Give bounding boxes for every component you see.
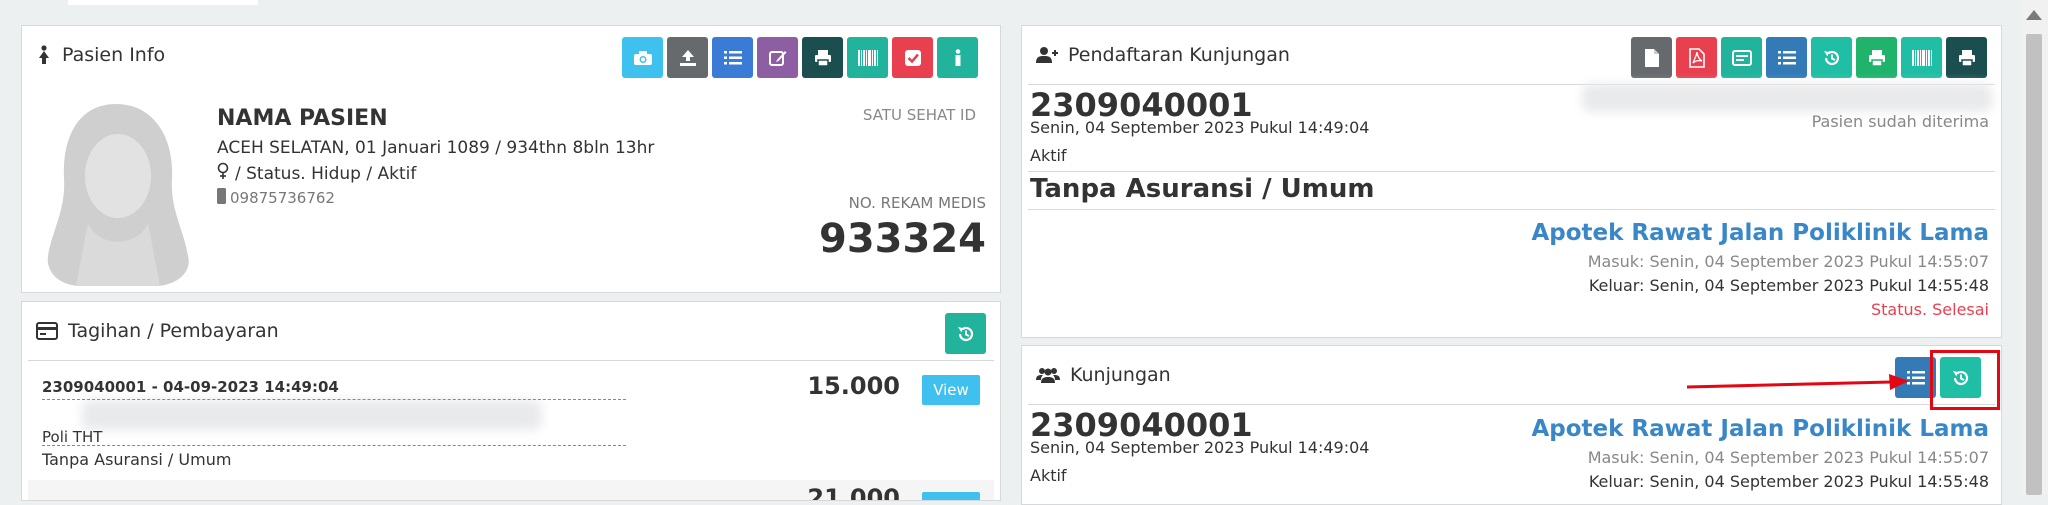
print-icon <box>1868 49 1886 67</box>
pendaftaran-panel: Pendaftaran Kunjungan 2309040001 Senin, … <box>1021 25 2002 338</box>
tab-stub <box>68 0 258 5</box>
female-icon <box>217 162 229 185</box>
reg-status: Aktif <box>1030 146 1067 165</box>
divider <box>28 84 994 85</box>
info-button[interactable] <box>937 37 978 78</box>
patient-phone: 09875736762 <box>230 189 335 207</box>
card-icon <box>1731 49 1752 66</box>
list-button[interactable] <box>712 37 753 78</box>
insurance: Tanpa Asuransi / Umum <box>1030 174 1375 204</box>
patient-phone-line: 09875736762 <box>217 188 335 208</box>
pasien-info-title: Pasien Info <box>36 26 165 84</box>
tagihan-panel: Tagihan / Pembayaran 2309040001 - 04-09-… <box>21 301 1001 501</box>
pdf-button[interactable] <box>1676 37 1717 78</box>
patient-birth-info: ACEH SELATAN, 01 Januari 1089 / 934thn 8… <box>217 138 655 158</box>
redacted-text <box>82 400 542 430</box>
unit-link[interactable]: Apotek Rawat Jalan Poliklinik Lama <box>1531 220 1989 246</box>
annotation-arrow <box>1685 370 1915 400</box>
annotation-highlight-box <box>1930 350 2000 410</box>
patient-received: Pasien sudah diterima <box>1811 112 1989 131</box>
tagihan-header: Tagihan / Pembayaran <box>22 302 1000 360</box>
tagihan-title: Tagihan / Pembayaran <box>36 302 279 360</box>
scrollbar-thumb[interactable] <box>2026 34 2042 495</box>
barcode-button[interactable] <box>847 37 888 78</box>
file-icon <box>1644 48 1660 68</box>
bill-insurance: Tanpa Asuransi / Umum <box>42 450 232 469</box>
history-icon <box>1822 48 1842 68</box>
pendaftaran-header: Pendaftaran Kunjungan <box>1022 26 2001 84</box>
list-icon <box>723 50 742 66</box>
reg-status: Aktif <box>1030 466 1067 485</box>
kunjungan-title: Kunjungan <box>1036 346 1171 404</box>
card-button[interactable] <box>1721 37 1762 78</box>
pendaftaran-toolbar <box>1631 37 1987 78</box>
avatar <box>38 98 198 290</box>
camera-icon <box>633 50 653 66</box>
keluar-time: Keluar: Senin, 04 September 2023 Pukul 1… <box>1588 276 1989 295</box>
scrollbar[interactable] <box>2020 0 2048 495</box>
status-text: Status. Selesai <box>1870 300 1989 319</box>
divider <box>1028 404 1995 405</box>
print-button[interactable] <box>1856 37 1897 78</box>
bill-poli: Poli THT <box>42 428 103 446</box>
upload-icon <box>679 49 697 67</box>
edit-button[interactable] <box>757 37 798 78</box>
history-icon <box>956 324 976 344</box>
dashed-line <box>42 445 626 446</box>
divider <box>1028 209 1995 210</box>
list-button[interactable] <box>1766 37 1807 78</box>
tagihan-toolbar <box>945 313 986 354</box>
reg-datetime: Senin, 04 September 2023 Pukul 14:49:04 <box>1030 118 1370 137</box>
history-button[interactable] <box>945 313 986 354</box>
print-icon <box>1958 49 1976 67</box>
user-plus-icon <box>1036 46 1058 64</box>
unit-link[interactable]: Apotek Rawat Jalan Poliklinik Lama <box>1531 416 1989 442</box>
edit-icon <box>768 49 787 67</box>
rm-number: 933324 <box>819 216 986 262</box>
print-button[interactable] <box>802 37 843 78</box>
divider <box>28 360 994 361</box>
redacted-text <box>1582 84 1992 112</box>
print-button-2[interactable] <box>1946 37 1987 78</box>
users-icon <box>1036 366 1060 384</box>
barcode-button[interactable] <box>1901 37 1942 78</box>
info-icon <box>954 48 962 67</box>
pendaftaran-title: Pendaftaran Kunjungan <box>1036 26 1290 84</box>
camera-button[interactable] <box>622 37 663 78</box>
list-icon <box>1777 50 1796 66</box>
female-user-icon <box>36 45 52 65</box>
rm-label: NO. REKAM MEDIS <box>848 194 986 212</box>
check-button[interactable] <box>892 37 933 78</box>
patient-name: NAMA PASIEN <box>217 106 388 131</box>
file-button[interactable] <box>1631 37 1672 78</box>
pasien-info-toolbar <box>622 37 978 78</box>
phone-icon <box>217 188 226 208</box>
divider <box>1028 171 1995 172</box>
keluar-time: Keluar: Senin, 04 September 2023 Pukul 1… <box>1588 472 1989 491</box>
masuk-time: Masuk: Senin, 04 September 2023 Pukul 14… <box>1587 448 1989 467</box>
reg-datetime: Senin, 04 September 2023 Pukul 14:49:04 <box>1030 438 1370 457</box>
pasien-info-panel: Pasien Info NAMA PASIEN ACEH SELATAN, 01… <box>21 25 1001 293</box>
bill-amount-2: 21.000 <box>807 484 900 501</box>
pdf-icon <box>1688 47 1705 68</box>
patient-status-line: / Status. Hidup / Aktif <box>217 162 416 185</box>
masuk-time: Masuk: Senin, 04 September 2023 Pukul 14… <box>1587 252 1989 271</box>
dashed-line <box>42 399 626 400</box>
print-icon <box>814 49 832 67</box>
barcode-icon <box>857 49 878 66</box>
barcode-icon <box>1911 49 1932 66</box>
credit-card-icon <box>36 322 58 340</box>
pasien-info-header: Pasien Info <box>22 26 1000 84</box>
satu-sehat-label: SATU SEHAT ID <box>862 106 976 124</box>
upload-button[interactable] <box>667 37 708 78</box>
check-square-icon <box>904 49 922 67</box>
bill-amount: 15.000 <box>807 372 900 400</box>
kunjungan-panel: Kunjungan 2309040001 Senin, 04 September… <box>1021 345 2002 505</box>
patient-status: / Status. Hidup / Aktif <box>235 163 417 184</box>
view-button[interactable]: View <box>922 375 980 405</box>
scroll-up-icon[interactable] <box>2026 10 2042 20</box>
history-button[interactable] <box>1811 37 1852 78</box>
view-button-2[interactable] <box>922 492 980 500</box>
bill-id: 2309040001 - 04-09-2023 14:49:04 <box>42 378 339 396</box>
